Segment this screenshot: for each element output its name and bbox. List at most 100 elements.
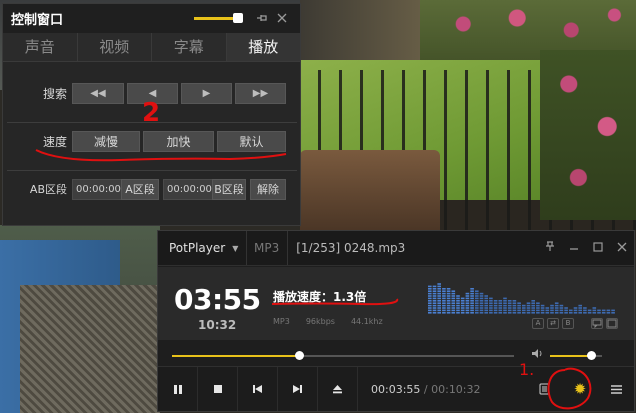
spectrum-bar-segment (446, 292, 451, 295)
open-file-button[interactable] (318, 367, 358, 411)
volume-knob[interactable] (586, 351, 596, 360)
spectrum-bar-segment (479, 300, 484, 302)
volume-fill (550, 355, 591, 357)
forward-button[interactable]: ▶ (181, 83, 232, 104)
opacity-slider-knob[interactable] (233, 13, 243, 23)
spectrum-bar-segment (428, 309, 432, 312)
spectrum-bar-segment (592, 312, 597, 314)
spectrum-bar-segment (428, 290, 432, 292)
app-menu-button[interactable]: PotPlayer ▼ (158, 231, 247, 265)
spectrum-bar-segment (578, 309, 582, 312)
spectrum-bar-segment (517, 312, 521, 314)
spectrum-bar-segment (442, 302, 446, 304)
a-point-button[interactable]: A (532, 318, 544, 329)
gear-icon: ✹ (573, 380, 587, 398)
spectrum-bar-segment (545, 312, 550, 314)
minimize-icon[interactable] (562, 242, 586, 255)
close-icon[interactable] (272, 12, 292, 26)
spectrum-bar-segment (460, 302, 465, 304)
spectrum-bar-segment (479, 295, 484, 297)
rewind-far-button[interactable]: ◀◀ (72, 83, 124, 104)
repeat-button[interactable]: ⇄ (547, 318, 559, 329)
menu-button[interactable] (598, 367, 634, 411)
ab-end-field[interactable]: 00:00:00 (163, 178, 213, 200)
spectrum-bar-segment (559, 312, 564, 314)
spectrum-bar-segment (437, 297, 441, 300)
previous-button[interactable] (238, 367, 278, 411)
b-point-button[interactable]: B (562, 318, 574, 329)
spectrum-bar-segment (437, 300, 441, 302)
chevron-down-icon: ▼ (232, 243, 239, 253)
spectrum-bar-segment (437, 283, 441, 285)
spectrum-bar-segment (517, 302, 521, 304)
spectrum-bar-segment (611, 312, 615, 314)
spectrum-bar-segment (484, 312, 488, 314)
spectrum-bar-segment (475, 290, 479, 292)
spectrum-bar-segment (432, 285, 437, 288)
spectrum-bar-segment (442, 288, 446, 290)
spectrum-bar-segment (432, 307, 437, 309)
spectrum-bar-segment (465, 300, 470, 302)
spectrum-bar-segment (437, 312, 441, 314)
spectrum-bar-segment (475, 304, 479, 307)
spectrum-bar-segment (451, 307, 456, 309)
seek-bar[interactable] (172, 351, 514, 360)
opacity-slider[interactable] (194, 13, 243, 23)
spectrum-bar-segment (479, 304, 484, 307)
tab-audio[interactable]: 声音 (3, 33, 78, 61)
playlist-icon (539, 383, 549, 395)
spectrum-bar-segment (475, 292, 479, 295)
spectrum-bar-segment (446, 297, 451, 300)
forward-far-button[interactable]: ▶▶ (235, 83, 286, 104)
meta-samplerate: 44.1khz (350, 317, 383, 326)
next-button[interactable] (278, 367, 318, 411)
current-time: 03:55 (174, 283, 261, 316)
spectrum-bar-segment (578, 312, 582, 314)
spectrum-bar-segment (526, 307, 531, 309)
spectrum-bar-segment (470, 290, 474, 292)
subtitle-icon[interactable] (591, 318, 603, 329)
close-icon[interactable] (610, 242, 634, 255)
seek-bar-knob[interactable] (295, 351, 305, 360)
spectrum-bar-segment (479, 302, 484, 304)
tab-playback[interactable]: 播放 (226, 33, 300, 61)
pin-icon[interactable] (252, 12, 272, 26)
control-window-titlebar[interactable]: 控制窗口 (3, 4, 300, 33)
preferences-button[interactable]: ✹ (562, 367, 598, 411)
spectrum-bar-segment (550, 307, 554, 309)
pin-icon[interactable] (538, 241, 562, 255)
spectrum-bar-segment (442, 309, 446, 312)
spectrum-bar-segment (531, 307, 535, 309)
speed-faster-button[interactable]: 加快 (143, 131, 214, 152)
tab-subtitle[interactable]: 字幕 (152, 33, 227, 61)
ab-start-field[interactable]: 00:00:00 (72, 178, 122, 200)
bg-wicker-chair (20, 285, 160, 413)
stop-button[interactable] (198, 367, 238, 411)
speed-slower-button[interactable]: 减慢 (72, 131, 140, 152)
spectrum-bar-segment (479, 307, 484, 309)
speed-default-button[interactable]: 默认 (217, 131, 286, 152)
spectrum-bar-segment (451, 300, 456, 302)
fullscreen-icon[interactable] (606, 318, 618, 329)
spectrum-bar-segment (465, 295, 470, 297)
ab-start-button[interactable]: A区段 (121, 178, 159, 200)
spectrum-bar-segment (442, 304, 446, 307)
spectrum-bar-segment (559, 307, 564, 309)
spectrum-bar-segment (470, 292, 474, 295)
spectrum-bar-segment (564, 309, 568, 312)
spectrum-bar-segment (432, 290, 437, 292)
pause-button[interactable] (158, 367, 198, 411)
spectrum-bar-segment (564, 312, 568, 314)
spectrum-bar-segment (597, 312, 601, 314)
spectrum-bar-segment (451, 297, 456, 300)
spectrum-bar-segment (498, 304, 503, 307)
ab-end-button[interactable]: B区段 (212, 178, 246, 200)
control-window-title: 控制窗口 (11, 13, 64, 28)
maximize-icon[interactable] (586, 241, 610, 255)
spectrum-bar-segment (559, 304, 564, 307)
ab-clear-button[interactable]: 解除 (250, 178, 286, 200)
tab-video[interactable]: 视频 (78, 33, 152, 61)
spectrum-visualizer (428, 283, 615, 314)
volume-slider[interactable] (550, 351, 602, 360)
player-titlebar[interactable]: PotPlayer ▼ MP3 [1/253] 0248.mp3 (158, 231, 634, 266)
